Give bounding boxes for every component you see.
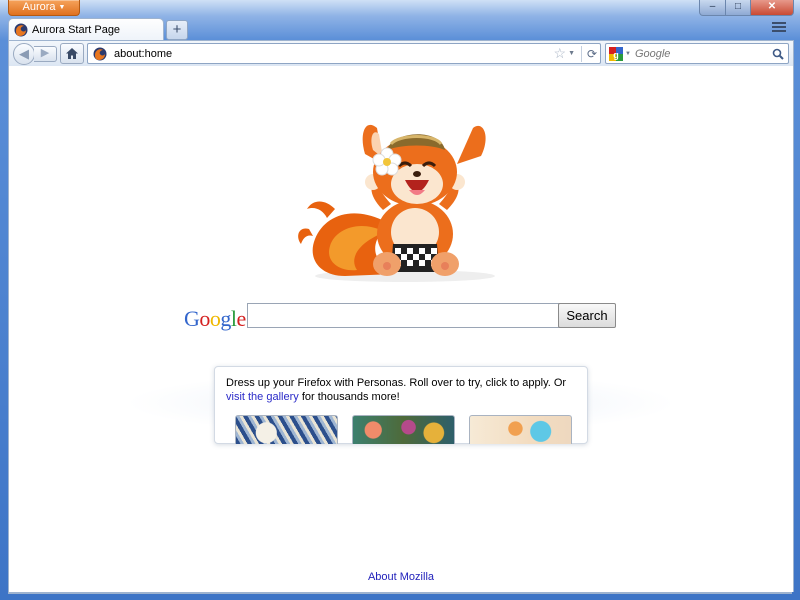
google-search-button[interactable]: Search — [558, 303, 616, 328]
visit-gallery-link[interactable]: visit the gallery — [226, 391, 299, 403]
search-bar: g ▼ — [605, 43, 789, 64]
google-logo-letter: o — [209, 306, 221, 331]
search-engine-dropdown-icon[interactable]: ▼ — [625, 51, 631, 57]
close-button[interactable]: ✕ — [751, 0, 794, 16]
fox-mascot-illustration — [298, 124, 495, 282]
home-button[interactable] — [60, 43, 84, 64]
site-identity-icon[interactable] — [92, 46, 108, 62]
google-logo: Google — [184, 306, 246, 332]
back-forward-group: ◀ ▶ — [13, 43, 59, 65]
window-controls: – □ ✕ — [699, 0, 794, 16]
search-input[interactable] — [634, 47, 765, 60]
back-arrow-icon: ◀ — [19, 46, 29, 61]
google-search-input[interactable] — [247, 303, 565, 328]
about-mozilla-link[interactable]: About Mozilla — [9, 571, 793, 583]
chevron-down-icon: ▼ — [58, 4, 66, 11]
personas-snippet: Dress up your Firefox with Personas. Rol… — [214, 366, 588, 444]
snippet-text: Dress up your Firefox with Personas. Rol… — [226, 376, 571, 404]
google-logo-letter: e — [236, 306, 247, 331]
persona-preview-koi[interactable] — [469, 415, 572, 444]
google-logo-letter: G — [184, 306, 200, 331]
browser-window: Aurora ▼ – □ ✕ Aurora Start Page + ◀ ▶ a… — [0, 0, 800, 600]
reload-button[interactable]: ⟳ — [581, 45, 600, 62]
navigation-toolbar: ◀ ▶ about:home ☆ ▼ ⟳ g ▼ Google — [8, 40, 794, 67]
home-icon — [66, 48, 78, 59]
back-button[interactable]: ◀ — [13, 43, 35, 65]
new-tab-button[interactable]: + — [166, 20, 188, 40]
bookmark-star-icon[interactable]: ☆ — [554, 45, 567, 62]
magnifier-icon[interactable] — [772, 48, 784, 60]
maximize-button[interactable]: □ — [726, 0, 751, 16]
google-icon[interactable]: g — [609, 46, 623, 61]
google-logo-letter: g — [220, 306, 231, 331]
svg-text:g: g — [613, 50, 619, 60]
aurora-icon — [14, 23, 28, 37]
url-text[interactable]: about:home — [114, 48, 554, 60]
url-history-dropdown-icon[interactable]: ▼ — [568, 50, 575, 57]
list-all-tabs-icon[interactable] — [772, 22, 786, 34]
tab-aurora-start-page[interactable]: Aurora Start Page — [8, 18, 164, 41]
url-bar[interactable]: about:home ☆ ▼ ⟳ — [87, 43, 601, 64]
google-logo-letter: o — [199, 306, 210, 331]
tab-title: Aurora Start Page — [32, 24, 121, 36]
snippet-text-after: for thousands more! — [298, 391, 400, 403]
snippet-text-before: Dress up your Firefox with Personas. Rol… — [226, 377, 567, 389]
app-menu-label: Aurora — [22, 1, 56, 13]
forward-button[interactable]: ▶ — [34, 46, 57, 62]
persona-preview-wave[interactable] — [235, 415, 338, 444]
aurora-icon — [93, 47, 107, 60]
minimize-button[interactable]: – — [699, 0, 726, 16]
page-content: Google Search Dress up your Firefox with… — [8, 66, 794, 592]
persona-preview-floral[interactable] — [352, 415, 455, 444]
app-menu-button[interactable]: Aurora ▼ — [8, 0, 80, 16]
window-bottom-border — [8, 592, 792, 594]
forward-arrow-icon: ▶ — [40, 47, 50, 59]
